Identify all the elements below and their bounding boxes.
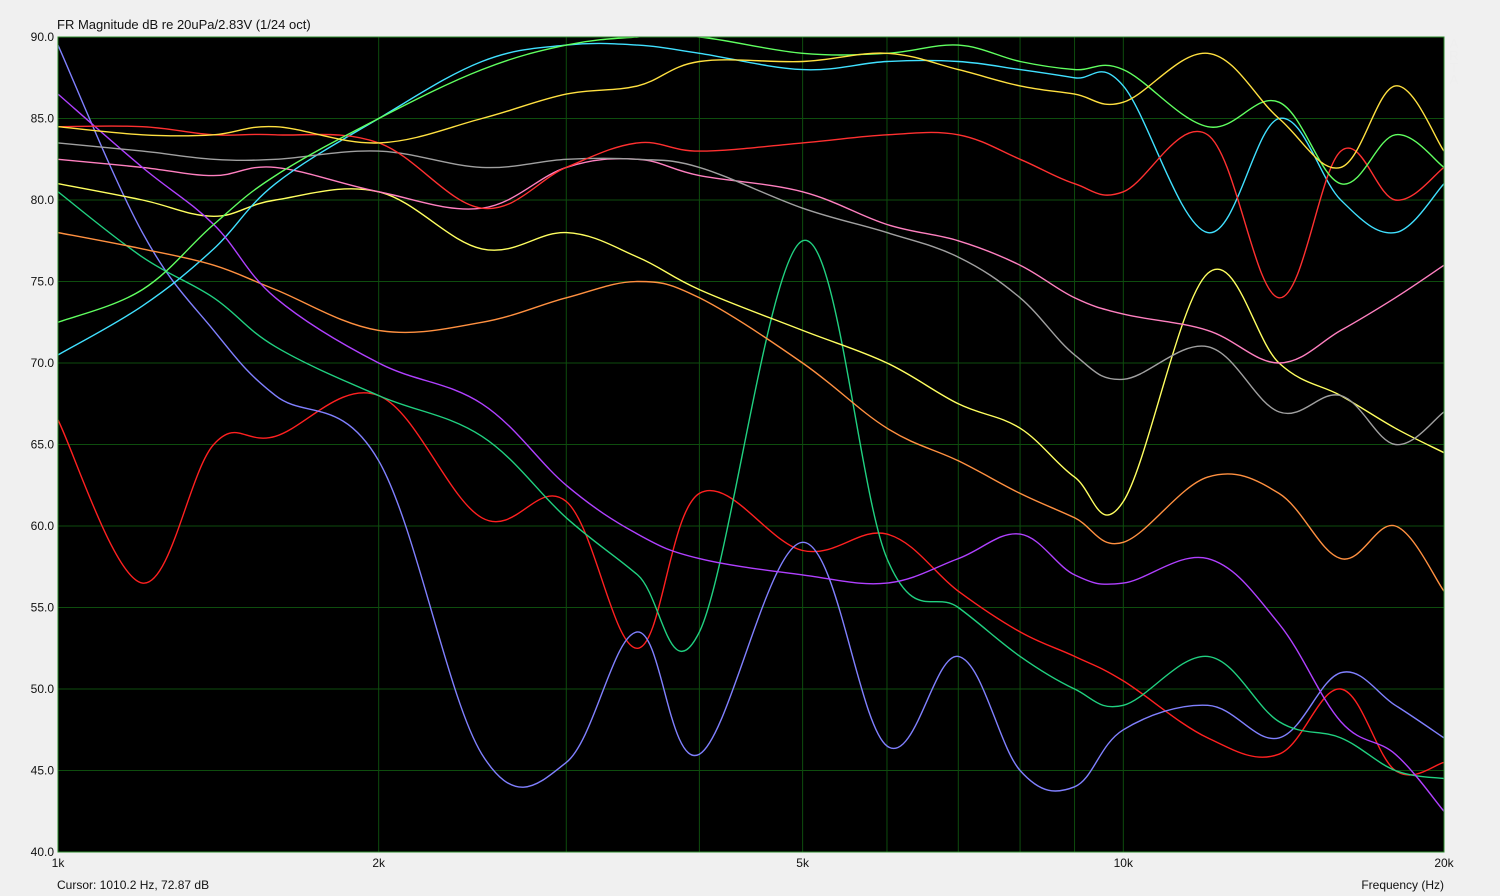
arta-watermark: ARTA bbox=[1449, 36, 1459, 87]
x-tick-label: 2k bbox=[372, 856, 386, 870]
y-tick-label: 90.0 bbox=[31, 30, 55, 44]
y-tick-label: 50.0 bbox=[31, 682, 55, 696]
y-tick-label: 85.0 bbox=[31, 112, 55, 126]
cursor-readout: Cursor: 1010.2 Hz, 72.87 dB bbox=[57, 878, 210, 892]
x-tick-label: 10k bbox=[1114, 856, 1134, 870]
y-tick-label: 60.0 bbox=[31, 519, 55, 533]
y-tick-label: 75.0 bbox=[31, 275, 55, 289]
x-tick-label: 20k bbox=[1434, 856, 1454, 870]
y-tick-label: 40.0 bbox=[31, 845, 55, 859]
y-tick-label: 45.0 bbox=[31, 764, 55, 778]
y-tick-label: 70.0 bbox=[31, 356, 55, 370]
y-tick-labels: 40.0 45.0 50.0 55.0 60.0 65.0 70.0 75.0 80.0 85.0… bbox=[31, 30, 55, 859]
y-tick-label: 65.0 bbox=[31, 438, 55, 452]
x-axis-label: Frequency (Hz) bbox=[1361, 878, 1444, 892]
y-tick-label: 55.0 bbox=[31, 601, 55, 615]
x-tick-labels: 1k 2k 5k 10k 20k bbox=[52, 856, 1455, 870]
x-tick-label: 5k bbox=[796, 856, 810, 870]
frequency-response-chart[interactable]: 1k 2k 5k 10k 20k 40.045.050.055.060.065.070.… bbox=[0, 0, 1500, 896]
y-tick-label: 80.0 bbox=[31, 193, 55, 207]
